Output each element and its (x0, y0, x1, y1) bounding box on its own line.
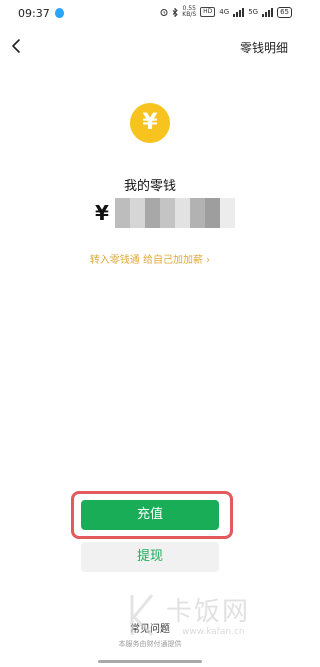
watermark-brand: 卡饭网 (166, 597, 251, 627)
network-speed: 0.55 KB/S (182, 6, 196, 18)
status-time: 09:37 (18, 7, 50, 20)
withdraw-button[interactable]: 提现 (81, 542, 219, 572)
wallet-label: 我的零钱 (123, 179, 176, 194)
signal-icon-2 (262, 7, 274, 17)
alarm-icon (160, 9, 168, 16)
qq-icon (55, 8, 64, 18)
recharge-button[interactable]: 充值 (81, 500, 219, 530)
currency-symbol: ¥ (95, 201, 109, 225)
nav-bar: 零钱明细 (0, 30, 300, 62)
network-type-b: 5G (248, 8, 259, 16)
bluetooth-icon (172, 7, 178, 17)
blurred-balance-mosaic (114, 198, 235, 228)
back-arrow-icon[interactable] (10, 38, 24, 54)
coin-yen-icon: ¥ (130, 103, 170, 143)
transfer-to-lingqiantong-link[interactable]: 转入零钱通 给自己加加薪 › (0, 251, 300, 266)
signal-icon (233, 7, 245, 17)
kafan-watermark: 卡饭网 www.kafan.cn (124, 589, 294, 649)
watermark-url: www.kafan.cn (182, 627, 245, 637)
hd-badge: HD (200, 7, 216, 17)
balance-amount: ¥ (95, 198, 235, 228)
kafan-logo-icon (130, 594, 154, 637)
battery-icon: 65 (277, 6, 292, 18)
change-details-link[interactable]: 零钱明细 (240, 39, 288, 56)
network-type-a: 4G (219, 8, 230, 16)
network-speed-unit: KB/S (182, 11, 197, 18)
home-indicator[interactable] (98, 660, 202, 663)
status-bar: 09:37 0.55 KB/S HD 4G 5G 65 (0, 0, 300, 26)
status-icons: 0.55 KB/S HD 4G 5G 65 (160, 6, 292, 18)
